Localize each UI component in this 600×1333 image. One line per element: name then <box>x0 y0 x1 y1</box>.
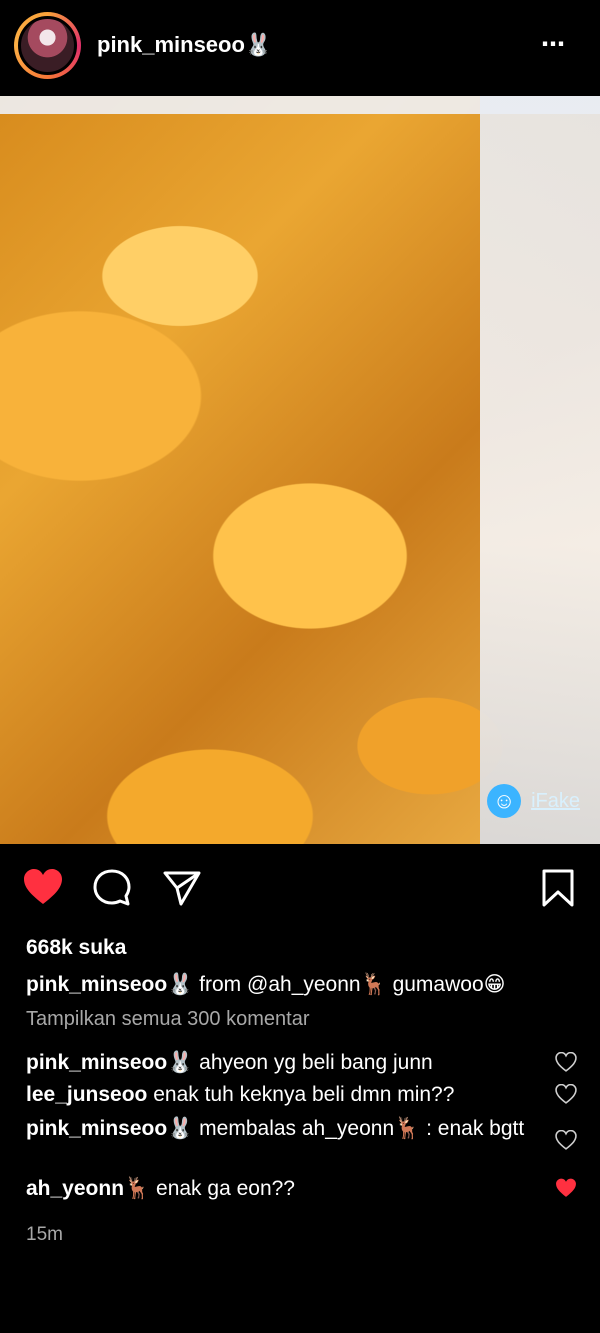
more-options-icon[interactable]: ⋯ <box>541 30 567 59</box>
comment-item: pink_minseoo🐰 membalas ah_yeonn🦌 : enak … <box>26 1114 546 1143</box>
comment-liked-heart-icon[interactable] <box>555 1178 577 1203</box>
watermark: ☺ iFake <box>487 784 580 818</box>
comment-username[interactable]: ah_yeonn🦌 <box>26 1177 150 1200</box>
likes-count[interactable]: 668k suka <box>26 936 126 960</box>
post-header: pink_minseoo🐰 ⋯ <box>0 0 600 96</box>
comment-text: enak tuh keknya beli dmn min?? <box>147 1083 455 1106</box>
comment-like-icon[interactable] <box>555 1051 577 1077</box>
avatar[interactable] <box>14 12 81 79</box>
view-all-comments-link[interactable]: Tampilkan semua 300 komentar <box>26 1008 309 1031</box>
comment-text: membalas ah_yeonn🦌 : enak bgtt <box>193 1117 525 1140</box>
comment-item: lee_junseoo enak tuh keknya beli dmn min… <box>26 1080 546 1109</box>
bookmark-icon[interactable] <box>540 868 576 913</box>
comment-username[interactable]: pink_minseoo🐰 <box>26 1117 193 1140</box>
post-time: 15m <box>26 1224 63 1245</box>
action-bar <box>0 862 600 916</box>
header-username[interactable]: pink_minseoo🐰 <box>97 32 272 58</box>
comment-username[interactable]: lee_junseoo <box>26 1083 147 1106</box>
comment-text: enak ga eon?? <box>150 1177 295 1200</box>
like-heart-icon[interactable] <box>22 868 64 911</box>
comment-like-icon[interactable] <box>555 1083 577 1109</box>
comment-item: ah_yeonn🦌 enak ga eon?? <box>26 1174 546 1203</box>
box-side <box>480 96 600 844</box>
comment-icon[interactable] <box>92 868 132 913</box>
comment-username[interactable]: pink_minseoo🐰 <box>26 1051 193 1074</box>
caption-text: from @ah_yeonn🦌 gumawoo😁 <box>193 973 506 996</box>
comment-like-icon[interactable] <box>555 1129 577 1155</box>
post-image[interactable]: ☺ iFake <box>0 96 600 844</box>
comment-item: pink_minseoo🐰 ahyeon yg beli bang junn <box>26 1048 546 1077</box>
watermark-icon: ☺ <box>487 784 522 818</box>
avatar-image <box>18 16 77 75</box>
caption-username[interactable]: pink_minseoo🐰 <box>26 973 193 996</box>
watermark-text: iFake <box>531 789 580 812</box>
share-icon[interactable] <box>162 868 202 913</box>
comment-text: ahyeon yg beli bang junn <box>193 1051 433 1074</box>
caption: pink_minseoo🐰 from @ah_yeonn🦌 gumawoo😁 <box>26 972 586 997</box>
